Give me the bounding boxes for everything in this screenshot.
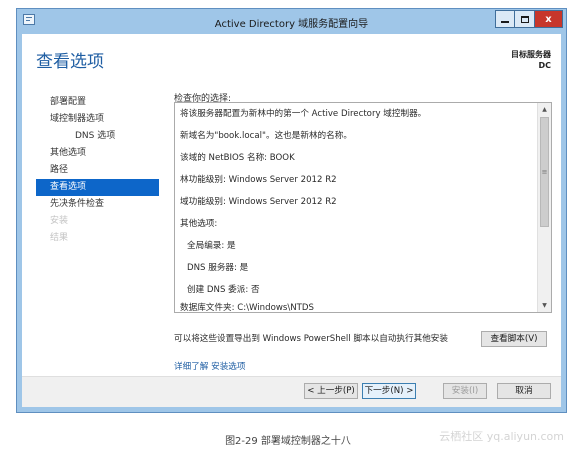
vertical-scrollbar[interactable]: ▲ ≡ ▼: [537, 103, 551, 312]
target-server-label: 目标服务器: [511, 50, 551, 59]
nav-item-dns-options[interactable]: DNS 选项: [36, 128, 159, 145]
nav-item-additional-options[interactable]: 其他选项: [36, 145, 159, 162]
review-line: 创建 DNS 委派: 否: [187, 285, 260, 295]
target-server-value: DC: [538, 61, 551, 70]
wizard-nav: 部署配置 域控制器选项 DNS 选项 其他选项 路径 查看选项 先决条件检查 安…: [36, 94, 159, 247]
review-line: 全局编录: 是: [187, 241, 236, 251]
wizard-footer: < 上一步(P) 下一步(N) > 安装(I) 取消: [22, 376, 561, 407]
close-button[interactable]: x: [535, 10, 563, 28]
watermark: 云栖社区 yq.aliyun.com: [439, 430, 564, 443]
next-button[interactable]: 下一步(N) >: [362, 383, 416, 399]
cancel-button[interactable]: 取消: [497, 383, 551, 399]
review-line: 新域名为"book.local"。这也是新林的名称。: [180, 131, 352, 141]
review-line: 该域的 NetBIOS 名称: BOOK: [180, 153, 295, 163]
minimize-icon: [501, 21, 509, 23]
view-script-button[interactable]: 查看脚本(V): [481, 331, 547, 347]
scroll-down-icon[interactable]: ▼: [538, 299, 551, 312]
page: Active Directory 域服务配置向导 x 查看选项 目标服务器 DC…: [0, 0, 576, 455]
more-about-install-options-link[interactable]: 详细了解 安装选项: [174, 360, 245, 372]
nav-item-review-options[interactable]: 查看选项: [36, 179, 159, 196]
scroll-up-icon[interactable]: ▲: [538, 103, 551, 116]
review-line: 其他选项:: [180, 219, 218, 229]
review-textbox[interactable]: 将该服务器配置为新林中的第一个 Active Directory 域控制器。 新…: [174, 102, 552, 313]
review-line: 数据库文件夹: C:\Windows\NTDS: [180, 303, 314, 313]
close-icon: x: [545, 13, 552, 25]
page-title: 查看选项: [36, 52, 104, 72]
previous-button[interactable]: < 上一步(P): [304, 383, 358, 399]
nav-item-installation: 安装: [50, 216, 69, 226]
export-description: 可以将这些设置导出到 Windows PowerShell 脚本以自动执行其他安…: [174, 334, 448, 344]
nav-item-paths[interactable]: 路径: [36, 162, 159, 179]
maximize-icon: [520, 15, 529, 23]
review-line: 将该服务器配置为新林中的第一个 Active Directory 域控制器。: [180, 109, 427, 119]
scroll-thumb[interactable]: ≡: [540, 117, 549, 227]
review-line: DNS 服务器: 是: [187, 263, 249, 273]
nav-item-prerequisites-check[interactable]: 先决条件检查: [36, 196, 159, 213]
minimize-button[interactable]: [495, 10, 515, 28]
title-bar[interactable]: Active Directory 域服务配置向导 x: [17, 9, 566, 33]
nav-item-dc-options[interactable]: 域控制器选项: [36, 111, 159, 128]
wizard-window: Active Directory 域服务配置向导 x 查看选项 目标服务器 DC…: [16, 8, 567, 413]
wizard-client-area: 查看选项 目标服务器 DC 部署配置 域控制器选项 DNS 选项 其他选项 路径…: [22, 34, 561, 407]
review-line: 林功能级别: Windows Server 2012 R2: [180, 175, 337, 185]
nav-item-results: 结果: [50, 233, 69, 243]
nav-item-deployment-config[interactable]: 部署配置: [36, 94, 159, 111]
review-line: 域功能级别: Windows Server 2012 R2: [180, 197, 337, 207]
maximize-button[interactable]: [515, 10, 535, 28]
window-title: Active Directory 域服务配置向导: [214, 19, 369, 30]
install-button: 安装(I): [443, 383, 487, 399]
